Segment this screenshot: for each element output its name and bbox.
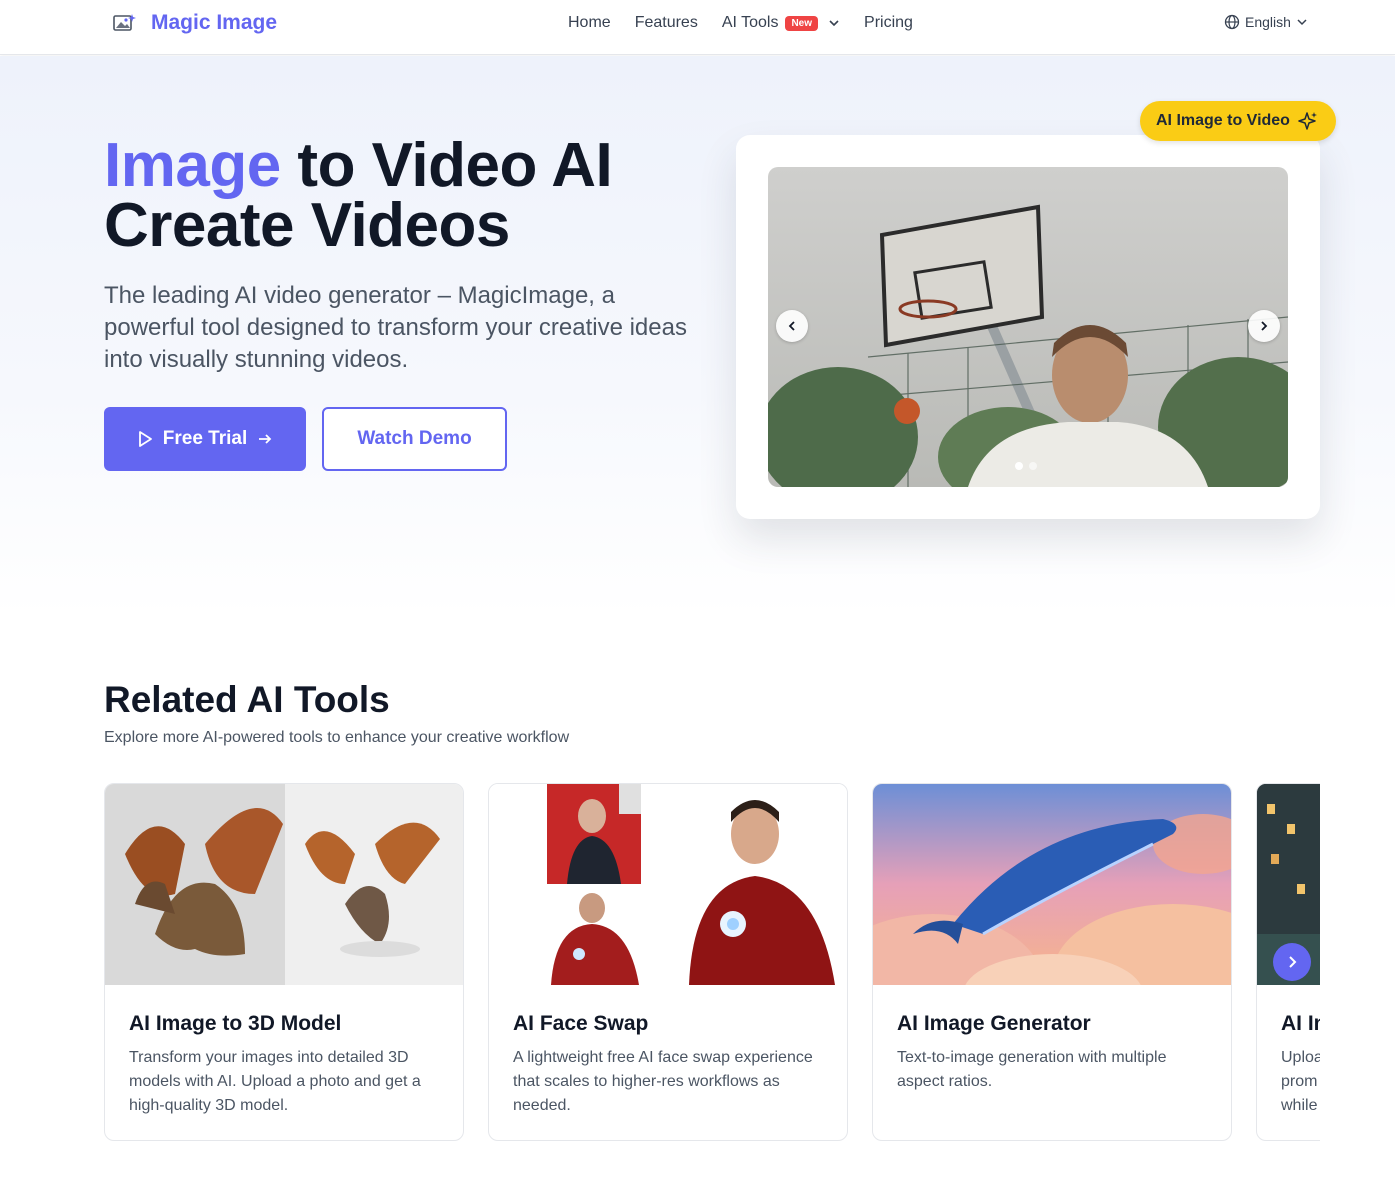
pill-label: AI Image to Video <box>1156 112 1290 129</box>
whale-image <box>873 784 1231 985</box>
tool-card-3d-model[interactable]: AI Image to 3D Model Transform your imag… <box>104 783 464 1141</box>
watch-demo-label: Watch Demo <box>357 428 472 449</box>
new-badge: New <box>785 15 819 31</box>
nav-ai-tools-label: AI Tools <box>721 14 779 31</box>
image-logo-icon <box>113 14 136 31</box>
basketball-photo <box>768 167 1288 487</box>
language-selector[interactable]: English <box>1224 14 1308 30</box>
related-tools-title: Related AI Tools <box>104 679 390 720</box>
hero-carousel[interactable] <box>768 167 1288 487</box>
nav-links: Home Features AI Tools New Pricing <box>568 14 937 32</box>
tool-card-face-swap[interactable]: AI Face Swap A lightweight free AI face … <box>488 783 848 1141</box>
tools-next-button[interactable] <box>1273 943 1311 981</box>
tool-name: AI Image to 3D Model <box>129 1012 342 1035</box>
tool-image-face-swap <box>489 784 847 985</box>
tool-name: AI Im <box>1281 1012 1320 1035</box>
chevron-down-icon <box>829 20 839 27</box>
chevron-left-icon <box>788 321 795 331</box>
brand-name: Magic Image <box>151 11 278 34</box>
play-icon <box>138 431 152 447</box>
free-trial-button[interactable]: Free Trial <box>104 407 306 471</box>
tool-name: AI Face Swap <box>513 1012 649 1035</box>
image-to-video-pill[interactable]: AI Image to Video <box>1140 101 1336 141</box>
carousel-dots <box>1015 462 1037 470</box>
chevron-down-icon <box>1297 19 1307 26</box>
tool-description: Text-to-image generation with multiple a… <box>897 1049 1167 1090</box>
free-trial-label: Free Trial <box>162 428 248 449</box>
chevron-right-icon <box>1289 956 1297 968</box>
arrow-right-icon <box>259 434 272 444</box>
carousel-prev-button[interactable] <box>776 310 808 342</box>
related-tools-subtitle: Explore more AI-powered tools to enhance… <box>104 729 570 746</box>
globe-icon <box>1224 14 1240 30</box>
nav-ai-tools-dropdown[interactable]: AI Tools New <box>722 14 840 32</box>
language-label: English <box>1245 14 1291 30</box>
top-navbar: Magic Image Home Features AI Tools New P… <box>0 0 1395 55</box>
tool-image-3d-model <box>105 784 463 985</box>
hero-title: Image to Video AI Create Videos <box>104 135 613 257</box>
hero-title-line2: Create Videos <box>104 191 510 260</box>
tool-description: Uploa prom while <box>1281 1049 1320 1114</box>
hero-title-accent: Image <box>104 131 281 200</box>
sparkles-icon <box>1298 112 1317 130</box>
dragon-image <box>105 784 463 985</box>
watch-demo-button[interactable]: Watch Demo <box>322 407 507 471</box>
related-tools-carousel: AI Image to 3D Model Transform your imag… <box>104 783 1320 1143</box>
carousel-next-button[interactable] <box>1248 310 1280 342</box>
tool-image-generator <box>873 784 1231 985</box>
carousel-dot-2[interactable] <box>1029 462 1037 470</box>
face-swap-image <box>489 784 847 985</box>
hero-title-rest: to Video AI <box>280 131 613 200</box>
chevron-right-icon <box>1261 321 1268 331</box>
tool-name: AI Image Generator <box>897 1012 1091 1035</box>
brand-logo[interactable]: Magic Image <box>113 11 277 35</box>
nav-pricing[interactable]: Pricing <box>864 14 913 32</box>
nav-features[interactable]: Features <box>635 14 698 32</box>
tool-card-image-generator[interactable]: AI Image Generator Text-to-image generat… <box>872 783 1232 1141</box>
nav-home[interactable]: Home <box>568 14 611 32</box>
carousel-dot-1[interactable] <box>1015 462 1023 470</box>
tool-description: A lightweight free AI face swap experien… <box>513 1049 813 1114</box>
tool-description: Transform your images into detailed 3D m… <box>129 1049 421 1114</box>
hero-description: The leading AI video generator – MagicIm… <box>104 282 687 373</box>
